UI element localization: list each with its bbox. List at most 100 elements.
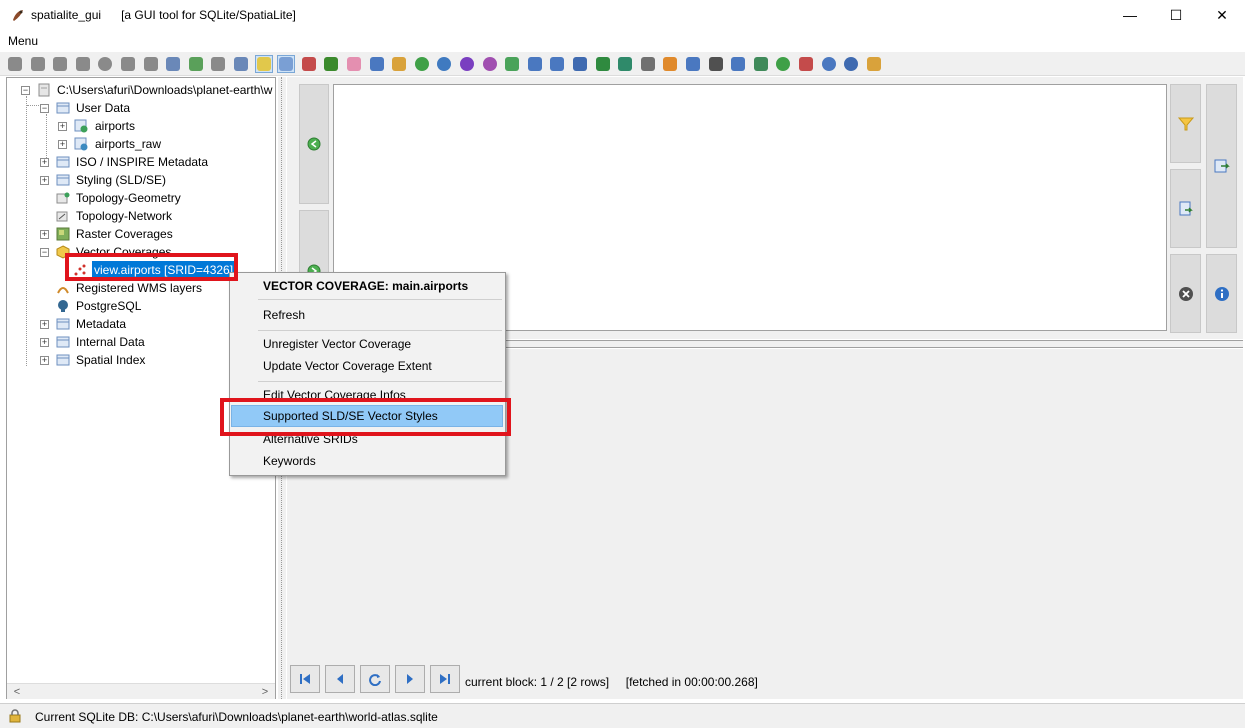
query-view-tool-button[interactable] bbox=[254, 55, 273, 73]
info-button[interactable] bbox=[1206, 254, 1237, 333]
database-icon bbox=[38, 83, 50, 97]
wms-icon bbox=[57, 287, 69, 294]
scroll-left-button[interactable]: < bbox=[9, 684, 25, 700]
previous-block-button[interactable] bbox=[325, 665, 355, 693]
collapse-icon[interactable]: − bbox=[40, 248, 49, 257]
memory-db-icon bbox=[53, 57, 68, 71]
first-icon bbox=[300, 674, 310, 684]
connect-tool-button[interactable] bbox=[6, 55, 24, 73]
menu-item[interactable]: Menu bbox=[8, 34, 38, 48]
doc-green-tool-button[interactable] bbox=[503, 55, 521, 73]
refresh-block-button[interactable] bbox=[360, 665, 390, 693]
filter-button[interactable] bbox=[1170, 84, 1201, 163]
history-back-button[interactable] bbox=[299, 84, 329, 204]
flower-tool-button[interactable] bbox=[345, 55, 363, 73]
help-tool-button[interactable] bbox=[842, 55, 860, 73]
globe-blue-icon bbox=[437, 57, 452, 71]
execute-button[interactable] bbox=[1206, 84, 1237, 248]
composer-tool-button[interactable] bbox=[277, 55, 296, 73]
sql-script-tool-button[interactable] bbox=[119, 55, 137, 73]
scroll-right-button[interactable]: > bbox=[257, 684, 273, 700]
list-icon bbox=[708, 57, 723, 71]
arrow-left-green-icon bbox=[307, 137, 321, 151]
exit-tool-button[interactable] bbox=[865, 55, 883, 73]
wifi-icon bbox=[731, 57, 746, 71]
expand-icon[interactable]: + bbox=[58, 140, 67, 149]
export-tool-button[interactable] bbox=[390, 55, 408, 73]
doc-export-tool-button[interactable] bbox=[616, 55, 634, 73]
load-sql-button[interactable] bbox=[1170, 169, 1201, 248]
vacuum-icon bbox=[98, 57, 113, 71]
expand-icon[interactable]: + bbox=[40, 320, 49, 329]
copy-icon bbox=[686, 57, 700, 71]
create-db-tool-button[interactable] bbox=[29, 55, 47, 73]
doc-grid-icon bbox=[550, 57, 565, 71]
load-shp-icon bbox=[143, 57, 158, 71]
network-tool-button[interactable] bbox=[232, 55, 250, 73]
globe-refresh-tool-button[interactable] bbox=[774, 55, 792, 73]
wifi-tool-button[interactable] bbox=[729, 55, 747, 73]
list-tool-button[interactable] bbox=[707, 55, 725, 73]
context-menu-header: VECTOR COVERAGE: main.airports bbox=[263, 279, 469, 293]
disconnect-tool-button[interactable] bbox=[74, 55, 92, 73]
next-icon bbox=[407, 674, 413, 684]
expand-icon[interactable]: + bbox=[40, 158, 49, 167]
expand-icon[interactable]: + bbox=[40, 230, 49, 239]
load-shp-tool-button[interactable] bbox=[142, 55, 160, 73]
menu-item-refresh[interactable]: Refresh bbox=[263, 305, 305, 325]
expand-icon[interactable]: + bbox=[40, 176, 49, 185]
doc-export-icon bbox=[618, 57, 633, 71]
memory-db-tool-button[interactable] bbox=[51, 55, 69, 73]
layers-tool-button[interactable] bbox=[661, 55, 679, 73]
graph-icon bbox=[753, 57, 768, 71]
font-tool-button[interactable] bbox=[797, 55, 815, 73]
network-icon bbox=[56, 211, 68, 222]
eye-tool-button[interactable] bbox=[639, 55, 657, 73]
doc-blue-tool-button[interactable] bbox=[526, 55, 544, 73]
globe-blue-tool-button[interactable] bbox=[435, 55, 453, 73]
collapse-icon[interactable]: − bbox=[21, 86, 30, 95]
collapse-icon[interactable]: − bbox=[40, 104, 49, 113]
globe-purple-tool-button[interactable] bbox=[458, 55, 476, 73]
toolbar bbox=[0, 52, 1245, 76]
annotation-box-menu-item bbox=[220, 398, 511, 436]
refresh-tool-button[interactable] bbox=[187, 55, 205, 73]
doc-grid-tool-button[interactable] bbox=[548, 55, 566, 73]
virtual-shp-tool-button[interactable] bbox=[164, 55, 182, 73]
folder-table-icon bbox=[56, 336, 70, 348]
save-tool-button[interactable] bbox=[209, 55, 227, 73]
expand-icon[interactable]: + bbox=[58, 122, 67, 131]
menu-separator bbox=[258, 330, 502, 331]
last-block-button[interactable] bbox=[430, 665, 460, 693]
menu-item-update-extent[interactable]: Update Vector Coverage Extent bbox=[263, 356, 432, 376]
maximize-button[interactable]: ☐ bbox=[1153, 0, 1199, 30]
import-tool-button[interactable] bbox=[368, 55, 386, 73]
folder-table-icon bbox=[56, 156, 70, 168]
annotation-box-tree-item bbox=[65, 253, 238, 281]
vacuum-tool-button[interactable] bbox=[96, 55, 114, 73]
menu-item-unregister[interactable]: Unregister Vector Coverage bbox=[263, 334, 411, 354]
close-button[interactable]: ✕ bbox=[1199, 0, 1245, 30]
bug-tool-button[interactable] bbox=[322, 55, 340, 73]
chart-tool-button[interactable] bbox=[300, 55, 318, 73]
globe-green-tool-button[interactable] bbox=[413, 55, 431, 73]
excel-tool-button[interactable] bbox=[594, 55, 612, 73]
globe-violet-tool-button[interactable] bbox=[481, 55, 499, 73]
globe-violet-icon bbox=[482, 57, 497, 71]
graph-tool-button[interactable] bbox=[752, 55, 770, 73]
eye-icon bbox=[640, 57, 655, 71]
next-block-button[interactable] bbox=[395, 665, 425, 693]
doc-table-tool-button[interactable] bbox=[571, 55, 589, 73]
info-tool-button[interactable] bbox=[820, 55, 838, 73]
tree-horizontal-scrollbar[interactable]: < > bbox=[7, 683, 275, 699]
minimize-button[interactable]: — bbox=[1107, 0, 1153, 30]
first-block-button[interactable] bbox=[290, 665, 320, 693]
network-icon bbox=[234, 57, 248, 71]
disconnect-icon bbox=[75, 57, 90, 71]
copy-tool-button[interactable] bbox=[684, 55, 702, 73]
help-icon bbox=[844, 57, 859, 71]
menu-item-keywords[interactable]: Keywords bbox=[263, 451, 316, 471]
expand-icon[interactable]: + bbox=[40, 338, 49, 347]
expand-icon[interactable]: + bbox=[40, 356, 49, 365]
clear-button[interactable] bbox=[1170, 254, 1201, 333]
